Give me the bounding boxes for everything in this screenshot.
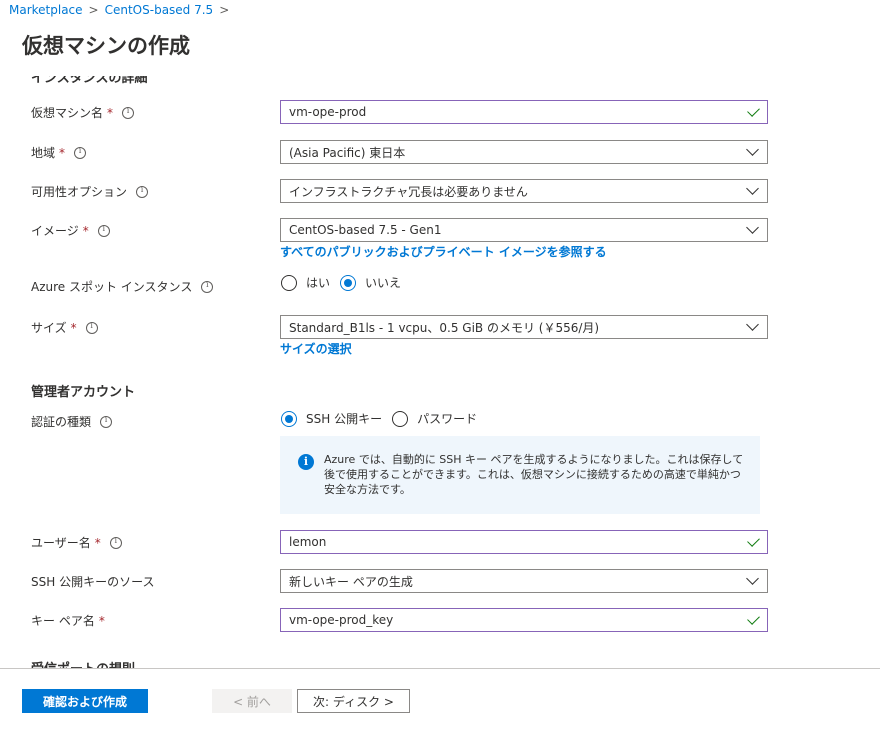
spot-radio-group: はい いいえ xyxy=(281,274,411,291)
breadcrumb-centos[interactable]: CentOS-based 7.5 xyxy=(105,3,214,17)
auth-ssh-label: SSH 公開キー xyxy=(306,412,383,426)
select-size-link[interactable]: サイズの選択 xyxy=(280,340,352,357)
availability-value: インフラストラクチャ冗長は必要ありません xyxy=(289,184,528,199)
chevron-right-icon: > xyxy=(88,3,99,17)
previous-button[interactable]: < 前へ xyxy=(212,689,292,713)
key-pair-label-text: キー ペア名 xyxy=(31,614,95,628)
info-icon[interactable] xyxy=(74,146,87,159)
required-mark: * xyxy=(94,535,101,550)
required-mark: * xyxy=(59,145,66,160)
required-mark: * xyxy=(70,320,77,335)
key-pair-value: vm-ope-prod_key xyxy=(289,613,394,627)
browse-images-link[interactable]: すべてのパブリックおよびプライベート イメージを参照する xyxy=(280,243,607,260)
availability-select[interactable]: インフラストラクチャ冗長は必要ありません xyxy=(280,179,768,203)
username-label: ユーザー名 * xyxy=(31,534,122,551)
key-pair-input[interactable]: vm-ope-prod_key xyxy=(280,608,768,632)
info-icon[interactable] xyxy=(122,106,135,119)
breadcrumb: Marketplace > CentOS-based 7.5 > xyxy=(9,3,229,17)
info-icon[interactable] xyxy=(136,185,149,198)
section-heading-inbound-rules: 受信ポートの規則 xyxy=(31,658,135,668)
info-icon[interactable] xyxy=(109,536,122,549)
radio-circle[interactable] xyxy=(392,410,409,427)
spot-radio-no[interactable]: いいえ xyxy=(340,274,401,291)
image-label: イメージ * xyxy=(31,222,110,239)
ssh-source-label-text: SSH 公開キーのソース xyxy=(31,575,155,589)
radio-circle-checked[interactable] xyxy=(281,410,297,427)
ssh-source-value: 新しいキー ペアの生成 xyxy=(289,574,413,589)
spot-radio-yes[interactable]: はい xyxy=(281,274,330,291)
chevron-down-icon xyxy=(746,182,759,195)
image-label-text: イメージ xyxy=(31,224,79,238)
check-icon xyxy=(747,534,760,547)
size-label: サイズ * xyxy=(31,319,98,336)
vm-name-label-text: 仮想マシン名 xyxy=(31,106,104,120)
spot-yes-label: はい xyxy=(306,276,331,290)
required-mark: * xyxy=(82,223,89,238)
auth-type-label: 認証の種類 xyxy=(31,413,113,430)
spot-label: Azure スポット インスタンス xyxy=(31,278,214,295)
size-select[interactable]: Standard_B1ls - 1 vcpu、0.5 GiB のメモリ (￥55… xyxy=(280,315,768,339)
spot-label-text: Azure スポット インスタンス xyxy=(31,280,193,294)
check-icon xyxy=(747,104,760,117)
radio-circle-checked[interactable] xyxy=(340,274,357,291)
size-label-text: サイズ xyxy=(31,321,67,335)
vm-create-page: Marketplace > CentOS-based 7.5 > 仮想マシンの作… xyxy=(0,0,880,739)
info-icon[interactable] xyxy=(201,280,214,293)
next-disk-button[interactable]: 次: ディスク > xyxy=(297,689,410,713)
chevron-down-icon xyxy=(746,318,759,331)
info-icon[interactable] xyxy=(97,224,110,237)
auth-type-radio-group: SSH 公開キー パスワード xyxy=(281,410,487,427)
auth-type-label-text: 認証の種類 xyxy=(31,415,92,429)
username-label-text: ユーザー名 xyxy=(31,536,91,550)
ssh-info-text: Azure では、自動的に SSH キー ペアを生成するようになりました。これは… xyxy=(324,453,744,496)
username-value: lemon xyxy=(289,535,327,549)
chevron-down-icon xyxy=(746,221,759,234)
vm-name-input[interactable]: vm-ope-prod xyxy=(280,100,768,124)
availability-label-text: 可用性オプション xyxy=(31,185,128,199)
vm-name-label: 仮想マシン名 * xyxy=(31,104,135,121)
availability-label: 可用性オプション xyxy=(31,183,149,200)
required-mark: * xyxy=(107,105,114,120)
form-scroll-area[interactable]: インスタンスの詳細 仮想マシン名 * vm-ope-prod 地域 * (Asi… xyxy=(0,76,880,668)
image-value: CentOS-based 7.5 - Gen1 xyxy=(289,223,442,237)
chevron-down-icon xyxy=(746,143,759,156)
check-icon xyxy=(747,612,760,625)
region-label: 地域 * xyxy=(31,144,87,161)
auth-radio-password[interactable]: パスワード xyxy=(392,410,477,427)
required-mark: * xyxy=(98,613,105,628)
region-label-text: 地域 xyxy=(31,146,56,160)
ssh-source-select[interactable]: 新しいキー ペアの生成 xyxy=(280,569,768,593)
ssh-source-label: SSH 公開キーのソース xyxy=(31,573,154,590)
username-input[interactable]: lemon xyxy=(280,530,768,554)
chevron-down-icon xyxy=(746,572,759,585)
breadcrumb-marketplace[interactable]: Marketplace xyxy=(9,3,83,17)
region-select[interactable]: (Asia Pacific) 東日本 xyxy=(280,140,768,164)
size-value: Standard_B1ls - 1 vcpu、0.5 GiB のメモリ (￥55… xyxy=(289,320,600,335)
region-value: (Asia Pacific) 東日本 xyxy=(289,145,406,160)
section-heading-admin-account: 管理者アカウント xyxy=(31,385,136,400)
auth-radio-ssh[interactable]: SSH 公開キー xyxy=(281,410,382,427)
footer-divider xyxy=(0,668,880,669)
image-select[interactable]: CentOS-based 7.5 - Gen1 xyxy=(280,218,768,242)
chevron-right-icon: > xyxy=(219,3,230,17)
auth-password-label: パスワード xyxy=(417,412,478,426)
page-title: 仮想マシンの作成 xyxy=(22,34,190,58)
radio-circle[interactable] xyxy=(281,274,297,291)
info-circle-icon xyxy=(298,454,314,470)
info-icon[interactable] xyxy=(85,321,98,334)
vm-name-value: vm-ope-prod xyxy=(289,105,367,119)
info-icon[interactable] xyxy=(100,415,113,428)
review-create-button[interactable]: 確認および作成 xyxy=(22,689,148,713)
key-pair-label: キー ペア名 * xyxy=(31,612,105,629)
ssh-info-message: Azure では、自動的に SSH キー ペアを生成するようになりました。これは… xyxy=(280,436,760,514)
section-heading-instance-details: インスタンスの詳細 xyxy=(31,76,148,86)
spot-no-label: いいえ xyxy=(365,276,402,290)
